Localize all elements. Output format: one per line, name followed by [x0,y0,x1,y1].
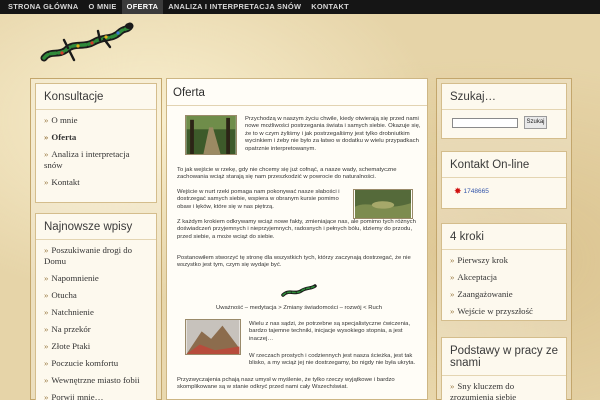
arrow-icon: » [450,255,455,265]
arrow-icon: » [450,306,455,316]
arrow-icon: » [44,273,49,283]
recent-post-item[interactable]: » Otucha [44,290,148,301]
lizard-logo[interactable] [40,20,135,66]
step-item-engagement[interactable]: » Zaangażowanie [450,289,558,300]
recent-posts-title: Najnowsze wpisy [36,214,156,240]
paragraph-6: Wielu z nas sądzi, że potrzebne są specj… [249,321,411,342]
arrow-icon: » [44,375,49,385]
recent-post-item[interactable]: » Poszukiwanie drogi do Domu [44,245,148,267]
paragraph-2: To jak wejście w rzekę, gdy nie chcemy s… [177,167,397,181]
step-item-first[interactable]: » Pierwszy krok [450,255,558,266]
arrow-icon: » [44,245,49,255]
paragraph-1: Przychodzą w naszym życiu chwile, kiedy … [245,116,421,152]
consultations-title: Konsultacje [36,84,156,110]
arrow-icon: » [44,324,49,334]
dream-basics-title: Podstawy w pracy ze snami [442,338,566,376]
recent-post-item[interactable]: » Złote Ptaki [44,341,148,352]
consult-item-offer[interactable]: » Oferta [44,132,148,143]
consult-item-about[interactable]: » O mnie [44,115,148,126]
arrow-icon: » [44,290,49,300]
arrow-icon: » [44,341,49,351]
nav-item-contact[interactable]: KONTAKT [306,0,354,14]
lizard-divider-icon [281,284,317,297]
recent-post-item[interactable]: » Wewnętrzne miasto fobii [44,375,148,386]
arrow-icon: » [44,132,49,142]
mountain-image [185,319,241,355]
dream-basics-widget: Podstawy w pracy ze snami » Sny kluczem d… [441,337,567,400]
forest-path-image [185,115,237,155]
recent-post-item[interactable]: » Natchnienie [44,307,148,318]
search-button[interactable]: Szukaj [524,116,547,129]
paragraph-5: Postanowiłem stworzyć tę stronę dla wszy… [177,255,411,269]
dream-basics-item[interactable]: » Sny kluczem do zrozumienia siebie [450,381,558,400]
four-steps-widget: 4 kroki » Pierwszy krok » Akceptacja » Zaan… [441,223,567,321]
breadcrumb-caption: Uważność – medytacja > Zmiany świadomośc… [216,305,382,311]
recent-posts-widget: Najnowsze wpisy » Poszukiwanie drogi do D… [35,213,157,400]
search-input[interactable] [452,118,518,128]
arrow-icon: » [450,289,455,299]
recent-post-item[interactable]: » Poczucie komfortu [44,358,148,369]
recent-post-item[interactable]: » Napomnienie [44,273,148,284]
paragraph-8: Przyzwyczajenia pchają nasz umysł w myśl… [177,377,395,391]
nav-item-home[interactable]: STRONA GŁÓWNA [3,0,84,14]
arrow-icon: » [450,381,455,391]
nav-item-dreams[interactable]: ANALIZA I INTERPRETACJA SNÓW [163,0,306,14]
consultations-widget: Konsultacje » O mnie » Oferta » Analiza i i… [35,83,157,203]
search-title: Szukaj… [442,84,566,110]
online-contact-title: Kontakt On-line [442,152,566,178]
search-widget: Szukaj… Szukaj [441,83,567,139]
arrow-icon: » [44,177,49,187]
online-contact-number[interactable]: ✸ 1748665 [454,186,489,197]
paragraph-3: Wejście w nurt rzeki pomaga nam pokonywa… [177,189,340,210]
four-steps-title: 4 kroki [442,224,566,250]
right-sidebar: Szukaj… Szukaj Kontakt On-line ✸ 1748665… [436,78,572,400]
left-sidebar: Konsultacje » O mnie » Oferta » Analiza i i… [30,78,162,400]
paragraph-7: W rzeczach prostych i codziennych jest n… [249,353,416,367]
river-image [353,189,413,219]
status-star-icon: ✸ [454,186,462,196]
arrow-icon: » [450,272,455,282]
top-navigation: STRONA GŁÓWNA O MNIE OFERTA ANALIZA I IN… [0,0,600,14]
recent-post-item[interactable]: » Na przekór [44,324,148,335]
online-contact-widget: Kontakt On-line ✸ 1748665 [441,151,567,209]
step-item-future[interactable]: » Wejście w przyszłość [450,306,558,317]
recent-post-item[interactable]: » Porwij mnie… [44,392,148,400]
paragraph-4: Z każdym krokiem odkrywamy wciąż nowe fa… [177,219,416,240]
page-title: Oferta [167,79,427,106]
step-item-acceptance[interactable]: » Akceptacja [450,272,558,283]
arrow-icon: » [44,149,49,159]
arrow-icon: » [44,358,49,368]
arrow-icon: » [44,392,49,400]
nav-item-about[interactable]: O MNIE [84,0,122,14]
consult-item-dreams[interactable]: » Analiza i interpretacja snów [44,149,148,171]
nav-item-offer[interactable]: OFERTA [121,0,164,14]
main-content: Oferta Przychodzą w naszym życiu chwile,… [166,78,428,400]
arrow-icon: » [44,307,49,317]
arrow-icon: » [44,115,49,125]
consult-item-contact[interactable]: » Kontakt [44,177,148,188]
